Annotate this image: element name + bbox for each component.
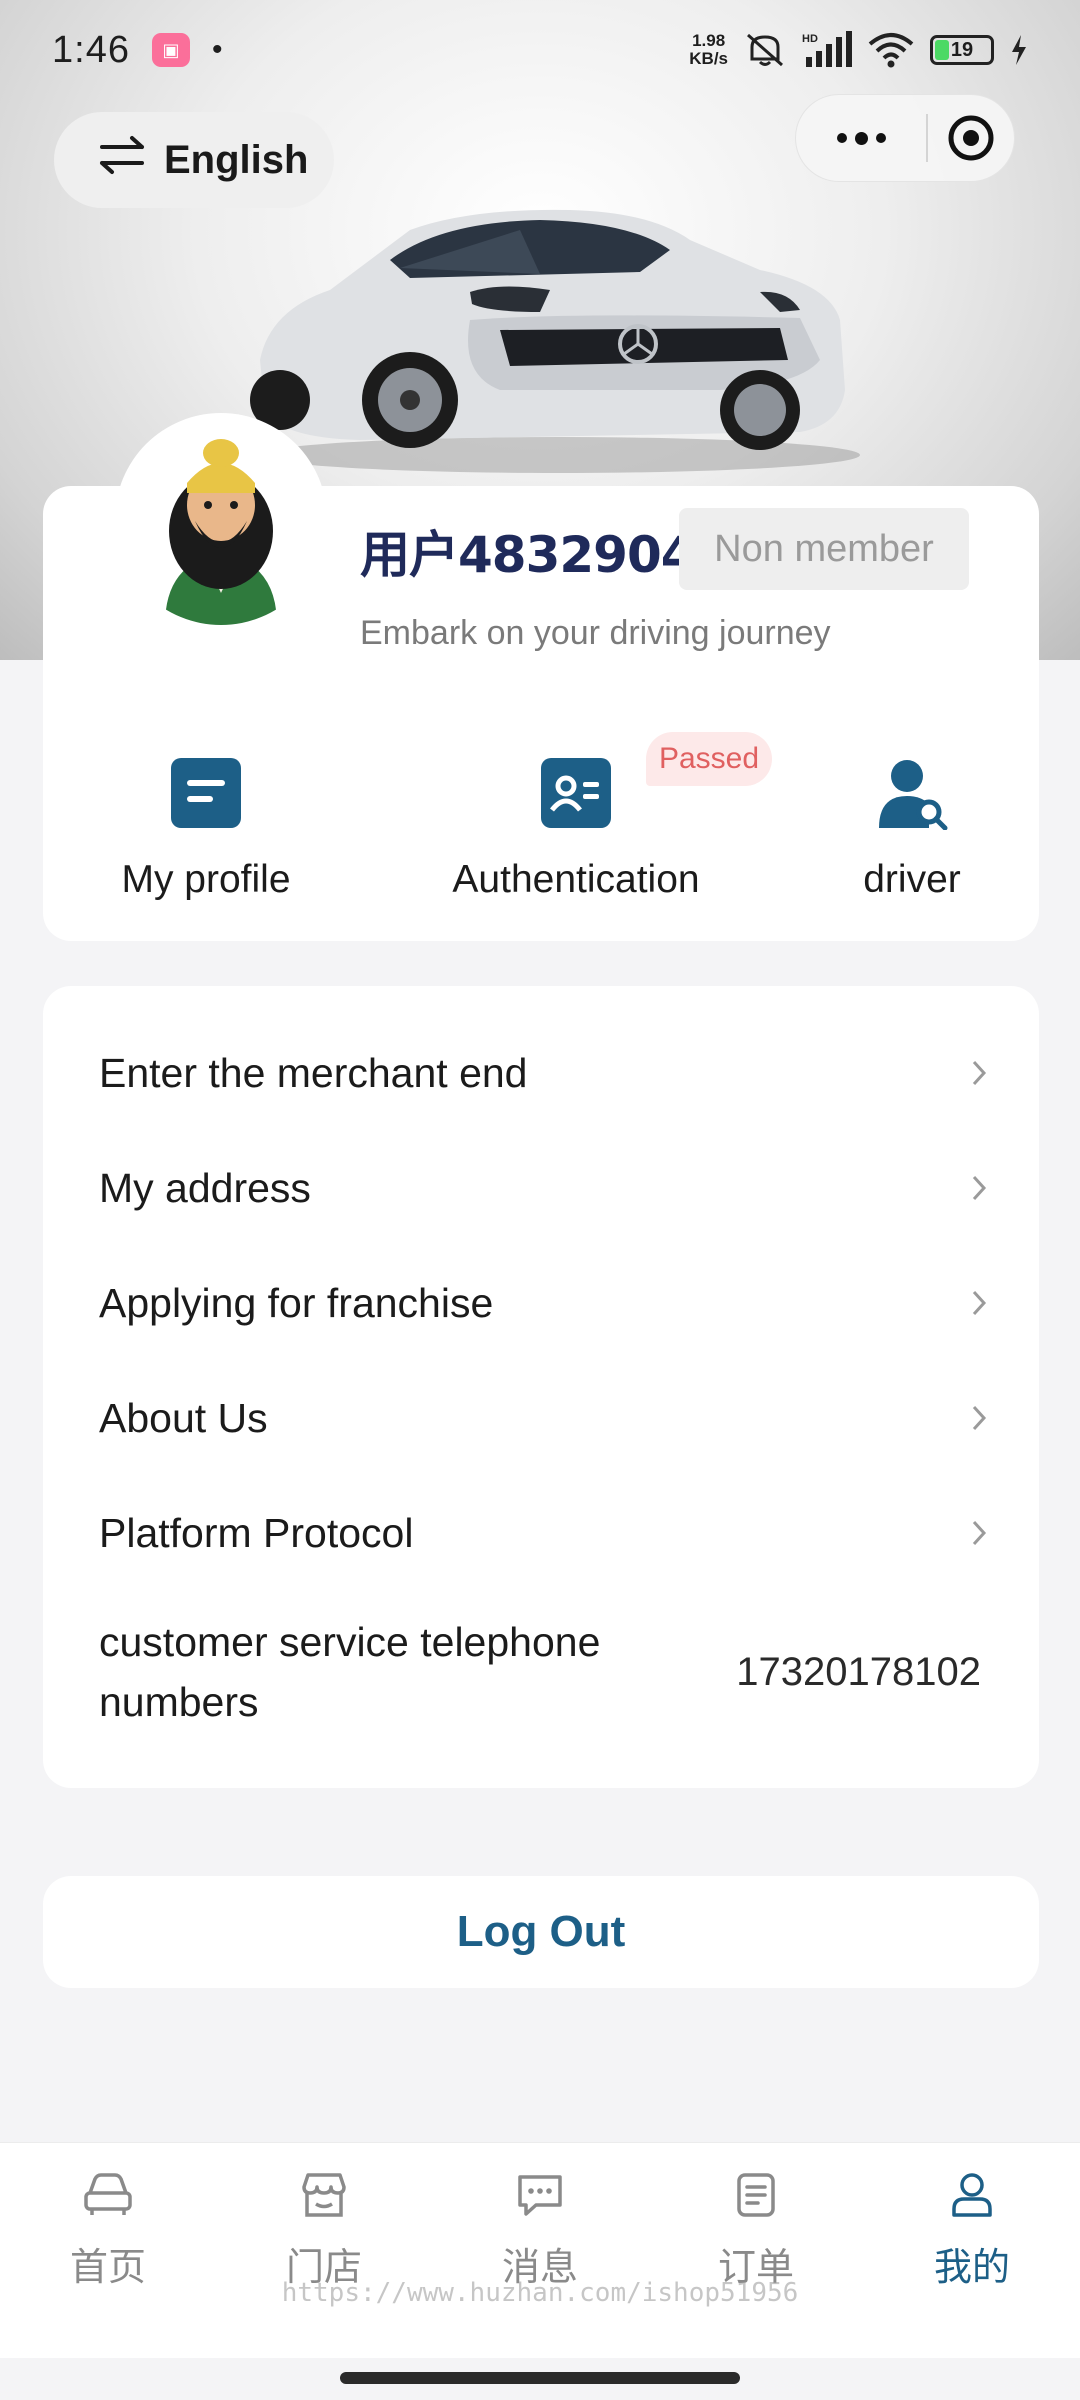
watermark: https://www.huzhan.com/ishop51956 [281, 2278, 799, 2308]
chevron-right-icon [971, 1395, 987, 1442]
chevron-right-icon [971, 1510, 987, 1557]
menu-item-label: About Us [99, 1395, 268, 1441]
menu-item-franchise[interactable]: Applying for franchise [99, 1246, 987, 1361]
logout-button[interactable]: Log Out [43, 1876, 1039, 1988]
message-icon [514, 2171, 566, 2228]
tab-home[interactable]: 首页 [0, 2143, 216, 2358]
quick-action-my-profile[interactable]: My profile [86, 756, 326, 902]
profile-card-icon [169, 756, 243, 830]
customer-service-phone[interactable]: 17320178102 [736, 1650, 981, 1695]
status-bar: 1:46 ▣ • 1.98 KB/s HD 19 [0, 0, 1080, 100]
language-switch-button[interactable]: English [54, 112, 334, 208]
svg-text:HD: HD [802, 33, 818, 45]
chevron-right-icon [971, 1165, 987, 1212]
quick-action-driver[interactable]: driver [812, 756, 1012, 902]
menu-item-platform-protocol[interactable]: Platform Protocol [99, 1476, 987, 1591]
more-options-button[interactable] [796, 95, 926, 181]
chevron-right-icon [971, 1280, 987, 1327]
wifi-icon [868, 32, 914, 68]
more-dots-icon [836, 133, 847, 143]
menu-item-about-us[interactable]: About Us [99, 1361, 987, 1476]
swap-arrows-icon [98, 135, 146, 185]
home-indicator[interactable] [340, 2372, 740, 2384]
avatar[interactable] [115, 413, 327, 625]
quick-action-label: My profile [121, 858, 291, 901]
charging-icon [1010, 35, 1028, 65]
member-status-badge[interactable]: Non member [679, 508, 969, 590]
car-icon [82, 2171, 134, 2228]
order-icon [730, 2171, 782, 2228]
chevron-right-icon [971, 1050, 987, 1097]
menu-item-merchant-end[interactable]: Enter the merchant end [99, 1016, 987, 1131]
menu-item-label: Enter the merchant end [99, 1050, 528, 1096]
quick-action-label: Authentication [452, 858, 700, 901]
auth-status-badge: Passed [646, 732, 772, 786]
target-close-icon [948, 115, 994, 161]
profile-tagline: Embark on your driving journey [360, 614, 831, 652]
mute-icon [744, 31, 786, 69]
avatar-image [165, 439, 277, 625]
battery-icon: 19 [930, 35, 994, 65]
quick-action-label: driver [863, 858, 961, 901]
status-time: 1:46 [52, 28, 130, 71]
tab-orders[interactable]: 订单 [648, 2143, 864, 2358]
customer-service-row[interactable]: customer service telephone numbers 17320… [99, 1612, 981, 1732]
signal-icon: HD [802, 31, 852, 69]
language-label: English [164, 137, 309, 182]
bottom-tab-bar: 首页 门店 消息 订单 我的 [0, 2142, 1080, 2358]
tab-messages[interactable]: 消息 [432, 2143, 648, 2358]
tab-store[interactable]: 门店 [216, 2143, 432, 2358]
miniprogram-capsule [795, 94, 1015, 182]
menu-item-label: My address [99, 1165, 311, 1211]
menu-item-label: Applying for franchise [99, 1280, 494, 1326]
store-icon [298, 2171, 350, 2228]
car-image [250, 209, 860, 473]
username: 用户4832904 [360, 526, 696, 584]
customer-service-label: customer service telephone numbers [99, 1619, 601, 1725]
menu-item-my-address[interactable]: My address [99, 1131, 987, 1246]
app-notification-icon: ▣ [151, 33, 190, 67]
notification-dot-icon: • [211, 33, 223, 66]
tab-mine[interactable]: 我的 [864, 2143, 1080, 2358]
user-icon [946, 2171, 998, 2228]
driver-search-icon [875, 756, 949, 830]
network-speed: 1.98 KB/s [689, 31, 728, 68]
menu-item-label: Platform Protocol [99, 1510, 414, 1556]
close-miniprogram-button[interactable] [928, 113, 1014, 163]
id-card-icon [539, 756, 613, 830]
